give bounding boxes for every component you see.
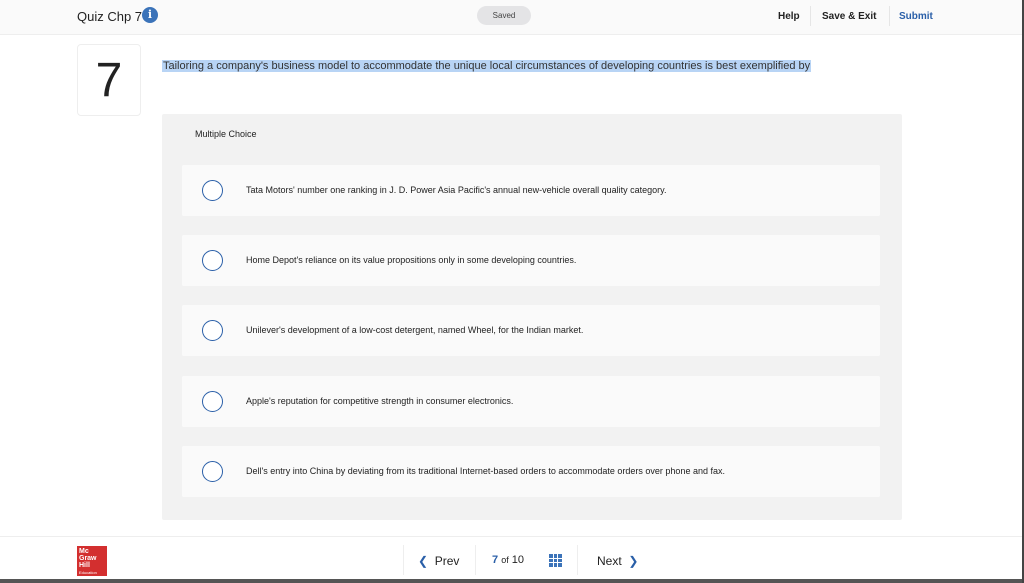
divider	[889, 6, 890, 26]
option-4[interactable]: Apple's reputation for competitive stren…	[182, 376, 880, 427]
mcgraw-hill-logo: Mc Graw Hill Education	[77, 546, 107, 576]
question-number: 7	[77, 44, 141, 116]
current-page: 7	[492, 554, 499, 566]
next-label: Next	[597, 554, 622, 568]
of-label: of	[501, 555, 509, 565]
radio-button[interactable]	[202, 180, 223, 201]
divider	[403, 545, 404, 575]
quiz-title: Quiz Chp 7	[77, 9, 143, 24]
help-button[interactable]: Help	[778, 11, 800, 22]
info-icon[interactable]: i	[142, 7, 158, 23]
total-pages: 10	[511, 554, 525, 566]
saved-badge: Saved	[477, 6, 531, 25]
option-label: Unilever's development of a low-cost det…	[246, 325, 584, 335]
divider	[475, 545, 476, 575]
divider	[810, 6, 811, 26]
answer-panel: Multiple Choice Tata Motors' number one …	[162, 114, 902, 520]
header: Quiz Chp 7 i Saved Help Save & Exit Subm…	[0, 0, 1022, 35]
question-type: Multiple Choice	[195, 129, 257, 139]
chevron-left-icon: ❮	[418, 554, 429, 568]
radio-button[interactable]	[202, 250, 223, 271]
save-exit-button[interactable]: Save & Exit	[822, 11, 876, 22]
option-label: Tata Motors' number one ranking in J. D.…	[246, 185, 667, 195]
question-text: Tailoring a company's business model to …	[162, 60, 812, 72]
chevron-right-icon: ❯	[628, 554, 639, 568]
footer: Mc Graw Hill Education ❮ Prev 7 of 10 Next …	[0, 536, 1022, 579]
option-1[interactable]: Tata Motors' number one ranking in J. D.…	[182, 165, 880, 216]
option-label: Home Depot's reliance on its value propo…	[246, 255, 577, 265]
grid-icon[interactable]	[549, 554, 562, 567]
radio-button[interactable]	[202, 391, 223, 412]
divider	[577, 545, 578, 575]
page-indicator[interactable]: 7 of 10	[492, 554, 524, 566]
option-label: Apple's reputation for competitive stren…	[246, 396, 514, 406]
next-button[interactable]: Next ❯	[597, 554, 638, 568]
option-2[interactable]: Home Depot's reliance on its value propo…	[182, 235, 880, 286]
radio-button[interactable]	[202, 461, 223, 482]
submit-button[interactable]: Submit	[899, 11, 933, 22]
option-3[interactable]: Unilever's development of a low-cost det…	[182, 305, 880, 356]
prev-button[interactable]: ❮ Prev	[418, 554, 459, 568]
prev-label: Prev	[434, 554, 460, 568]
option-label: Dell's entry into China by deviating fro…	[246, 466, 725, 476]
option-5[interactable]: Dell's entry into China by deviating fro…	[182, 446, 880, 497]
radio-button[interactable]	[202, 320, 223, 341]
window-edge	[0, 579, 1024, 583]
